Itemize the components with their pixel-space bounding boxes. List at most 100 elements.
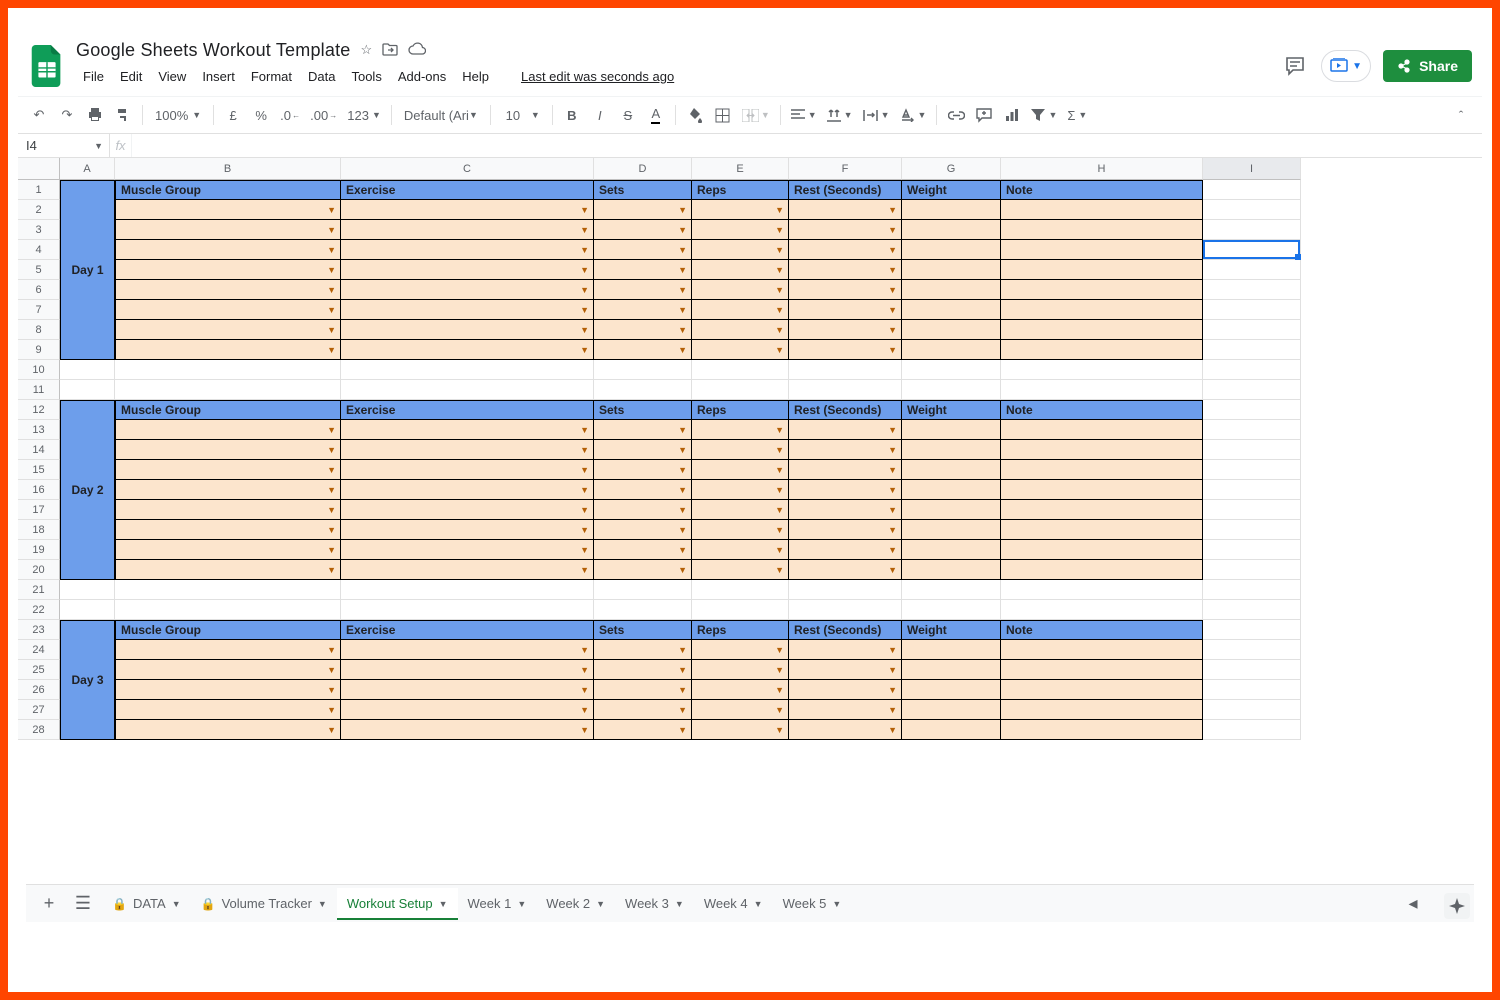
dropdown-icon[interactable]: ▼ bbox=[327, 485, 336, 495]
data-cell[interactable]: ▼ bbox=[789, 320, 902, 340]
sheet-tab[interactable]: Week 4▼ bbox=[694, 888, 773, 920]
dropdown-icon[interactable]: ▼ bbox=[580, 525, 589, 535]
dropdown-icon[interactable]: ▼ bbox=[678, 265, 687, 275]
menu-data[interactable]: Data bbox=[301, 65, 342, 88]
row-head-11[interactable]: 11 bbox=[18, 380, 60, 400]
cell[interactable] bbox=[789, 600, 902, 620]
explore-icon[interactable] bbox=[1444, 893, 1470, 919]
row-head-20[interactable]: 20 bbox=[18, 560, 60, 580]
data-cell[interactable] bbox=[1001, 420, 1203, 440]
cell[interactable] bbox=[115, 600, 341, 620]
sheet-tab[interactable]: Week 2▼ bbox=[536, 888, 615, 920]
data-cell[interactable]: ▼ bbox=[789, 260, 902, 280]
data-cell[interactable]: ▼ bbox=[115, 640, 341, 660]
align-h-icon[interactable]: ▼ bbox=[787, 102, 821, 128]
data-cell[interactable]: ▼ bbox=[341, 220, 594, 240]
dropdown-icon[interactable]: ▼ bbox=[327, 465, 336, 475]
formula-bar[interactable] bbox=[132, 134, 1482, 157]
col-head-A[interactable]: A bbox=[60, 158, 115, 180]
cell[interactable] bbox=[902, 580, 1001, 600]
cloud-icon[interactable] bbox=[408, 42, 426, 59]
data-cell[interactable]: ▼ bbox=[594, 260, 692, 280]
dropdown-icon[interactable]: ▼ bbox=[580, 285, 589, 295]
dropdown-icon[interactable]: ▼ bbox=[580, 305, 589, 315]
dropdown-icon[interactable]: ▼ bbox=[678, 345, 687, 355]
dropdown-icon[interactable]: ▼ bbox=[580, 565, 589, 575]
cell[interactable] bbox=[692, 360, 789, 380]
dropdown-icon[interactable]: ▼ bbox=[888, 685, 897, 695]
dropdown-icon[interactable]: ▼ bbox=[327, 205, 336, 215]
bold-icon[interactable]: B bbox=[559, 102, 585, 128]
menu-help[interactable]: Help bbox=[455, 65, 496, 88]
dropdown-icon[interactable]: ▼ bbox=[775, 245, 784, 255]
data-cell[interactable]: ▼ bbox=[594, 300, 692, 320]
chevron-down-icon[interactable]: ▼ bbox=[675, 899, 684, 909]
insert-chart-icon[interactable] bbox=[999, 102, 1025, 128]
data-cell[interactable]: ▼ bbox=[115, 440, 341, 460]
dropdown-icon[interactable]: ▼ bbox=[888, 665, 897, 675]
data-cell[interactable]: ▼ bbox=[341, 560, 594, 580]
col-head-D[interactable]: D bbox=[594, 158, 692, 180]
data-cell[interactable]: ▼ bbox=[341, 260, 594, 280]
text-wrap-icon[interactable]: ▼ bbox=[859, 102, 894, 128]
dropdown-icon[interactable]: ▼ bbox=[580, 725, 589, 735]
data-cell[interactable]: ▼ bbox=[594, 660, 692, 680]
data-cell[interactable] bbox=[902, 220, 1001, 240]
row-head-19[interactable]: 19 bbox=[18, 540, 60, 560]
data-cell[interactable] bbox=[902, 660, 1001, 680]
sheet-tab[interactable]: Week 5▼ bbox=[773, 888, 852, 920]
cell[interactable] bbox=[1203, 340, 1301, 360]
data-cell[interactable] bbox=[902, 540, 1001, 560]
dropdown-icon[interactable]: ▼ bbox=[775, 525, 784, 535]
data-cell[interactable]: ▼ bbox=[789, 500, 902, 520]
data-cell[interactable] bbox=[902, 280, 1001, 300]
cell[interactable] bbox=[1203, 320, 1301, 340]
cell[interactable] bbox=[1203, 600, 1301, 620]
data-cell[interactable]: ▼ bbox=[115, 520, 341, 540]
dropdown-icon[interactable]: ▼ bbox=[888, 245, 897, 255]
data-cell[interactable]: ▼ bbox=[789, 440, 902, 460]
cell[interactable] bbox=[1203, 420, 1301, 440]
dropdown-icon[interactable]: ▼ bbox=[888, 525, 897, 535]
data-cell[interactable] bbox=[902, 260, 1001, 280]
dropdown-icon[interactable]: ▼ bbox=[580, 485, 589, 495]
data-cell[interactable] bbox=[902, 340, 1001, 360]
data-cell[interactable]: ▼ bbox=[789, 340, 902, 360]
data-cell[interactable]: ▼ bbox=[341, 420, 594, 440]
text-rotation-icon[interactable]: ▼ bbox=[896, 102, 931, 128]
row-head-12[interactable]: 12 bbox=[18, 400, 60, 420]
dropdown-icon[interactable]: ▼ bbox=[775, 225, 784, 235]
data-cell[interactable]: ▼ bbox=[789, 300, 902, 320]
cell[interactable] bbox=[1203, 240, 1301, 260]
functions-icon[interactable]: Σ▼ bbox=[1063, 102, 1091, 128]
dropdown-icon[interactable]: ▼ bbox=[775, 505, 784, 515]
data-cell[interactable]: ▼ bbox=[692, 240, 789, 260]
menu-addons[interactable]: Add-ons bbox=[391, 65, 453, 88]
data-cell[interactable]: ▼ bbox=[115, 720, 341, 740]
star-icon[interactable]: ☆ bbox=[361, 42, 373, 59]
data-cell[interactable]: ▼ bbox=[692, 200, 789, 220]
data-cell[interactable] bbox=[1001, 460, 1203, 480]
cell[interactable] bbox=[1203, 220, 1301, 240]
data-cell[interactable]: ▼ bbox=[115, 220, 341, 240]
dropdown-icon[interactable]: ▼ bbox=[678, 425, 687, 435]
data-cell[interactable]: ▼ bbox=[115, 480, 341, 500]
dropdown-icon[interactable]: ▼ bbox=[580, 225, 589, 235]
dropdown-icon[interactable]: ▼ bbox=[775, 285, 784, 295]
add-sheet-icon[interactable]: + bbox=[34, 889, 64, 919]
data-cell[interactable]: ▼ bbox=[692, 300, 789, 320]
row-head-2[interactable]: 2 bbox=[18, 200, 60, 220]
cell[interactable] bbox=[902, 360, 1001, 380]
sheet-tab[interactable]: Workout Setup▼ bbox=[337, 888, 458, 920]
cell[interactable] bbox=[594, 380, 692, 400]
data-cell[interactable]: ▼ bbox=[594, 720, 692, 740]
dropdown-icon[interactable]: ▼ bbox=[327, 445, 336, 455]
cell[interactable] bbox=[1203, 200, 1301, 220]
dropdown-icon[interactable]: ▼ bbox=[678, 285, 687, 295]
data-cell[interactable]: ▼ bbox=[692, 440, 789, 460]
dropdown-icon[interactable]: ▼ bbox=[678, 565, 687, 575]
data-cell[interactable]: ▼ bbox=[115, 680, 341, 700]
comments-icon[interactable] bbox=[1281, 52, 1309, 80]
dropdown-icon[interactable]: ▼ bbox=[327, 645, 336, 655]
sheet-tab[interactable]: 🔒Volume Tracker▼ bbox=[191, 888, 337, 920]
